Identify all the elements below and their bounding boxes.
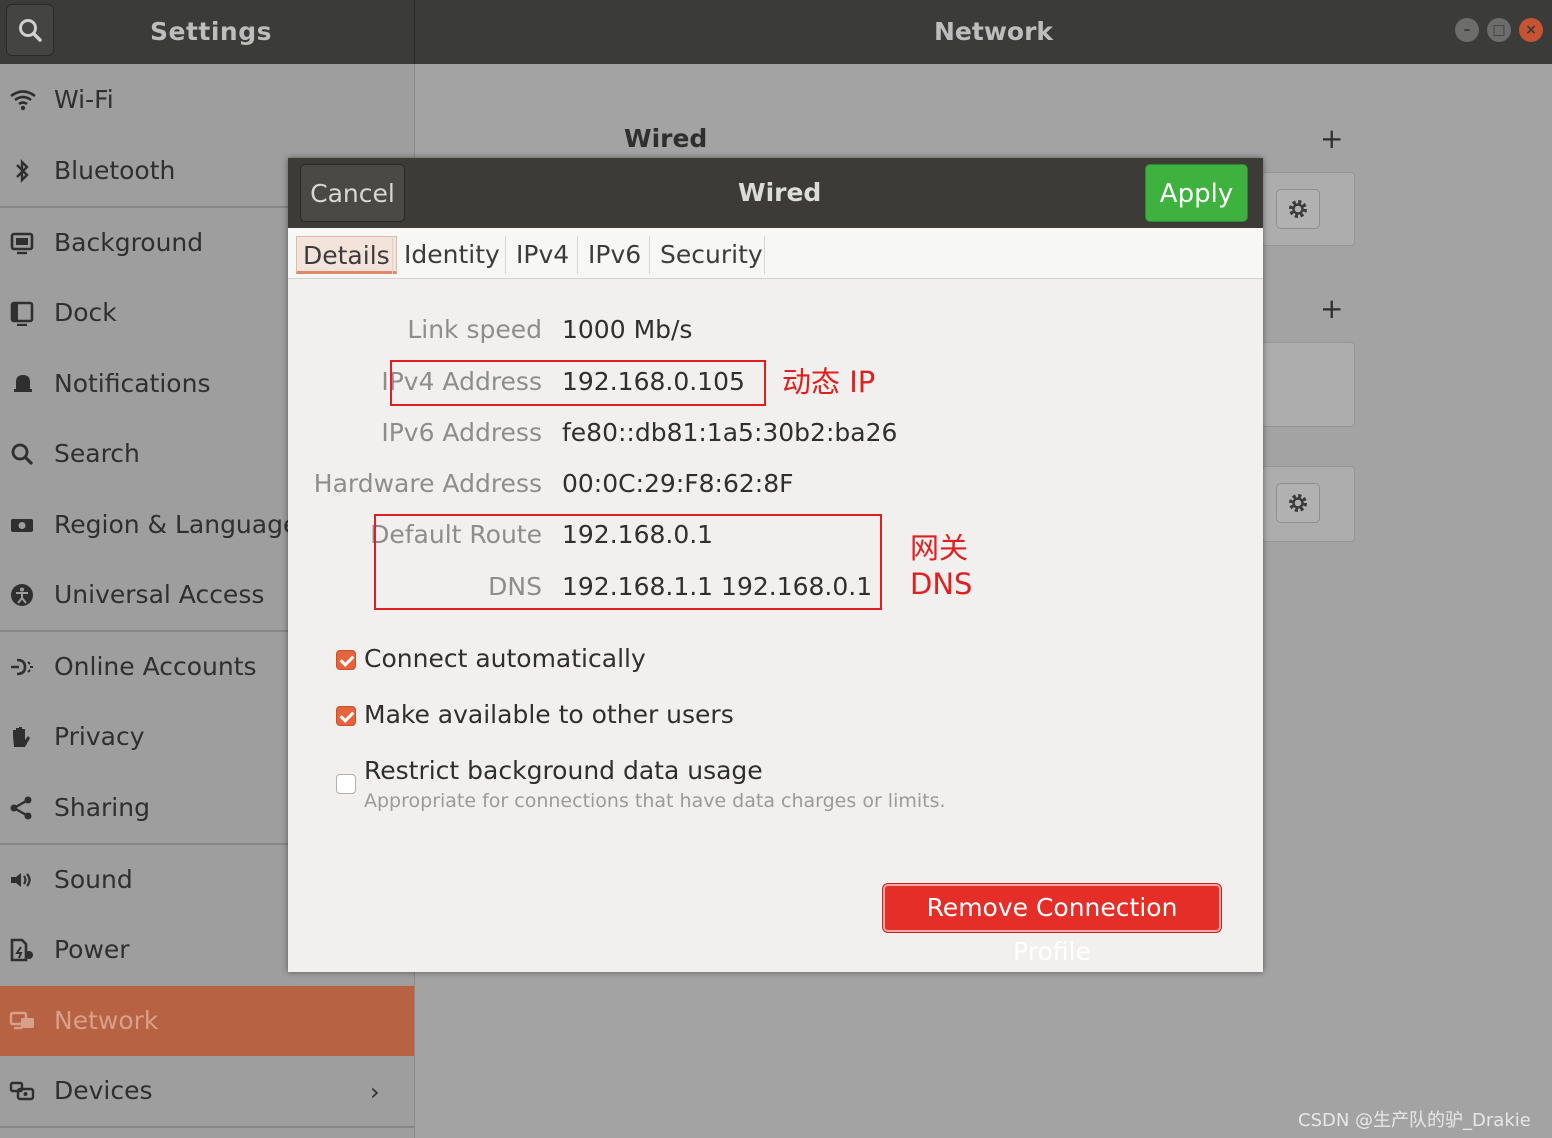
gear-icon: [1289, 200, 1307, 218]
tab-separator: [764, 236, 765, 274]
sidebar-item-label: Sharing: [54, 793, 150, 822]
sidebar-item-label: Wi-Fi: [54, 85, 114, 114]
ip-annotation-note: 动态 IP: [782, 365, 876, 399]
sidebar-item-label: Network: [54, 1006, 159, 1035]
sidebar-item-label: Universal Access: [54, 580, 265, 609]
apply-button[interactable]: Apply: [1145, 164, 1248, 222]
dialog-title: Wired: [738, 178, 822, 207]
tab-security[interactable]: Security: [660, 236, 763, 274]
restrict-background-checkbox[interactable]: [336, 774, 356, 794]
power-icon: [10, 938, 33, 962]
accessibility-icon: [11, 584, 33, 606]
tab-ipv6[interactable]: IPv6: [588, 236, 641, 274]
minimize-icon: –: [1463, 22, 1471, 38]
dialog-tabs: Details Identity IPv4 IPv6 Security: [288, 228, 1263, 279]
chevron-right-icon: ›: [370, 1078, 380, 1106]
header-left-pane: Settings: [0, 0, 415, 64]
wifi-icon: [10, 90, 36, 111]
region-icon: [11, 519, 33, 532]
cancel-button[interactable]: Cancel: [300, 164, 405, 222]
connect-automatically-label[interactable]: Connect automatically: [364, 644, 646, 673]
restrict-background-hint: Appropriate for connections that have da…: [364, 790, 946, 812]
gateway-annotation-note: 网关: [910, 531, 969, 565]
sidebar-item-label: Sound: [54, 865, 133, 894]
tab-ipv4[interactable]: IPv4: [516, 236, 569, 274]
add-vpn-button[interactable]: +: [1320, 292, 1343, 325]
sidebar-item-label: Search: [54, 439, 140, 468]
remove-connection-profile-button[interactable]: Remove Connection Profile: [883, 884, 1221, 966]
sidebar-item-label: Power: [54, 935, 130, 964]
sidebar-item-label: Online Accounts: [54, 652, 257, 681]
maximize-button[interactable]: □: [1487, 18, 1511, 42]
close-icon: ×: [1525, 22, 1537, 38]
tab-separator: [649, 236, 650, 274]
search-button[interactable]: [6, 4, 54, 56]
ipv6-address-value: fe80::db81:1a5:30b2:ba26: [562, 418, 898, 447]
sidebar-item-label: Background: [54, 228, 204, 257]
proxy-settings-button[interactable]: [1276, 483, 1320, 523]
share-icon: [10, 796, 32, 820]
maximize-icon: □: [1492, 22, 1506, 38]
gear-icon: [1289, 494, 1307, 512]
dns-annotation-note: DNS: [910, 567, 973, 601]
search-icon: [19, 19, 42, 42]
devices-icon: [9, 1081, 35, 1101]
dialog-header: Cancel Wired Apply: [288, 158, 1263, 228]
sidebar-item-label: Devices: [54, 1076, 153, 1105]
sidebar-item-label: Notifications: [54, 369, 211, 398]
minimize-button[interactable]: –: [1455, 18, 1479, 42]
hardware-address-label: Hardware Address: [313, 469, 542, 498]
ipv4-annotation-box: [390, 360, 766, 406]
tab-details[interactable]: Details: [296, 236, 397, 274]
ipv6-address-label: IPv6 Address: [381, 418, 542, 447]
bell-icon: [14, 375, 32, 392]
tab-separator: [392, 236, 393, 274]
sidebar-item-network[interactable]: Network: [0, 986, 414, 1056]
restrict-background-label[interactable]: Restrict background data usage: [364, 756, 763, 785]
settings-title: Settings: [150, 17, 273, 46]
network-icon: [9, 1011, 34, 1030]
hardware-address-value: 00:0C:29:F8:62:8F: [562, 469, 794, 498]
search-icon: [11, 443, 34, 466]
speaker-icon: [11, 873, 31, 887]
vpn-panel: [1262, 342, 1355, 427]
watermark: CSDN @生产队的驴_Drakie: [1298, 1110, 1531, 1131]
wired-settings-button[interactable]: [1276, 189, 1320, 229]
online-accounts-icon: [11, 658, 33, 676]
hand-icon: [13, 727, 30, 747]
available-to-others-label[interactable]: Make available to other users: [364, 700, 734, 729]
sidebar-item-label: Bluetooth: [54, 156, 176, 185]
link-speed-label: Link speed: [407, 315, 542, 344]
header-bar: Settings Network – □ ×: [0, 0, 1552, 64]
link-speed-value: 1000 Mb/s: [562, 315, 693, 344]
tab-identity[interactable]: Identity: [404, 236, 500, 274]
close-button[interactable]: ×: [1519, 18, 1543, 42]
background-icon: [10, 232, 34, 255]
sidebar-separator: [0, 1126, 414, 1128]
add-connection-button[interactable]: +: [1320, 122, 1343, 155]
available-to-others-checkbox[interactable]: [336, 706, 356, 726]
gateway-dns-annotation-box: [374, 514, 882, 610]
sidebar-item-label: Privacy: [54, 722, 145, 751]
wired-section-heading: Wired: [624, 124, 708, 153]
connect-automatically-checkbox[interactable]: [336, 650, 356, 670]
dock-icon: [10, 301, 34, 326]
sidebar-item-label: Dock: [54, 298, 117, 327]
panel-title: Network: [934, 17, 1054, 46]
sidebar-item-devices[interactable]: Devices ›: [0, 1056, 414, 1126]
bluetooth-icon: [16, 159, 29, 183]
tab-separator: [577, 236, 578, 274]
sidebar-item-wifi[interactable]: Wi-Fi: [0, 65, 414, 135]
tab-separator: [505, 236, 506, 274]
